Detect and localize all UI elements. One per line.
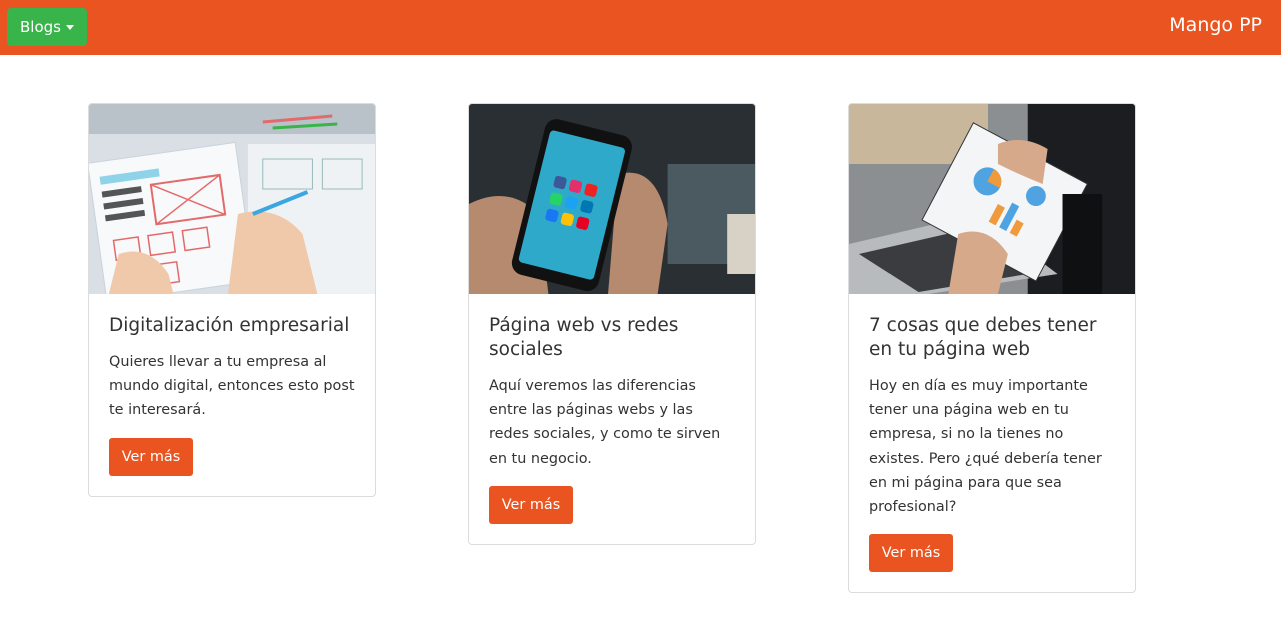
- brand-link[interactable]: Mango PP: [1169, 14, 1262, 36]
- blog-card-digitalizacion: Digitalización empresarial Quieres lleva…: [88, 103, 376, 497]
- ver-mas-button[interactable]: Ver más: [869, 534, 953, 573]
- card-body: 7 cosas que debes tener en tu página web…: [849, 294, 1135, 592]
- ver-mas-button[interactable]: Ver más: [489, 485, 573, 524]
- smartphone-social-image: [469, 104, 755, 294]
- blog-card-7-cosas: 7 cosas que debes tener en tu página web…: [848, 103, 1136, 594]
- card-text: Aquí veremos las diferencias entre las p…: [489, 378, 721, 467]
- top-navbar: Blogs Mango PP: [0, 0, 1281, 55]
- blogs-dropdown-button[interactable]: Blogs: [7, 8, 87, 46]
- card-title: Digitalización empresarial: [109, 315, 350, 336]
- blog-card-pagina-vs-redes: Página web vs redes sociales Aquí veremo…: [468, 103, 756, 545]
- card-text: Quieres llevar a tu empresa al mundo dig…: [109, 354, 355, 419]
- card-text: Hoy en día es muy importante tener una p…: [869, 378, 1102, 516]
- card-title: Página web vs redes sociales: [489, 315, 679, 360]
- business-charts-image: [849, 104, 1135, 294]
- ver-mas-button[interactable]: Ver más: [109, 437, 193, 476]
- card-body: Digitalización empresarial Quieres lleva…: [89, 294, 375, 496]
- blogs-dropdown-label: Blogs: [20, 18, 61, 36]
- wireframe-sketch-image: [89, 104, 375, 294]
- caret-down-icon: [65, 25, 74, 30]
- card-body: Página web vs redes sociales Aquí veremo…: [469, 294, 755, 544]
- card-title: 7 cosas que debes tener en tu página web: [869, 315, 1097, 360]
